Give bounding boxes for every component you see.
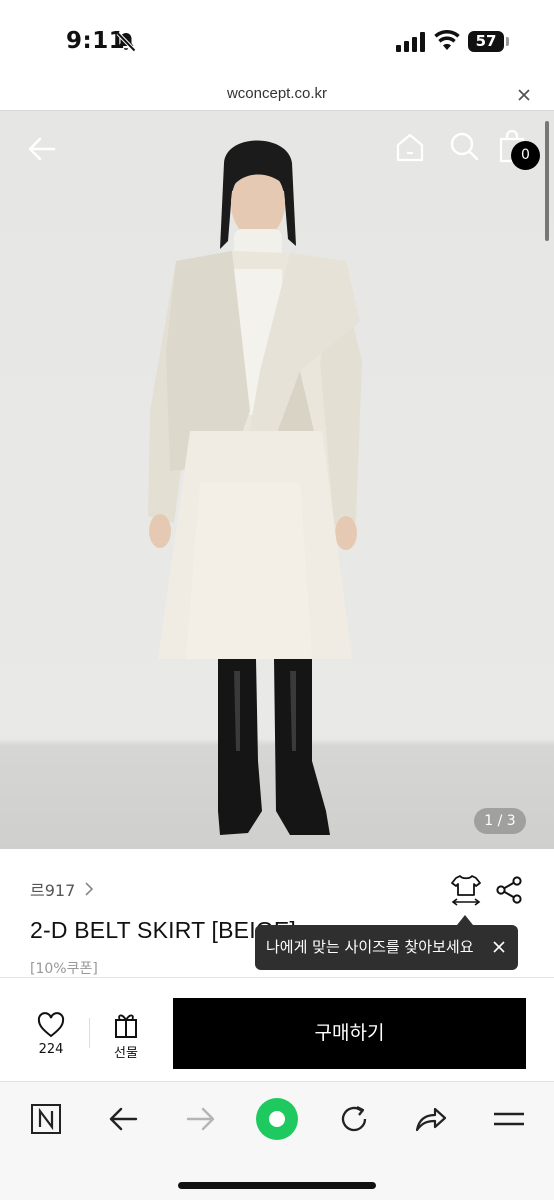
url-text[interactable]: wconcept.co.kr (0, 85, 554, 102)
bell-muted-icon (116, 32, 136, 52)
status-bar: 9:11 57 (0, 0, 554, 80)
wifi-icon (434, 30, 460, 50)
heart-icon (37, 1012, 65, 1038)
naver-n-icon[interactable] (30, 1100, 62, 1138)
product-image-gallery[interactable]: 0 1 / 3 (0, 111, 554, 849)
divider (89, 1018, 90, 1048)
search-icon[interactable] (449, 131, 479, 161)
browser-forward-icon[interactable] (184, 1100, 216, 1138)
cellular-signal-icon (396, 32, 425, 52)
battery-tip (506, 37, 509, 46)
size-tooltip-text: 나에게 맞는 사이즈를 찾아보세요 (266, 938, 474, 956)
share-arrow-icon[interactable] (414, 1100, 448, 1138)
cart-count-badge[interactable]: 0 (511, 141, 540, 170)
gift-button[interactable]: 선물 (106, 1011, 146, 1063)
home-indicator (178, 1182, 376, 1189)
image-pager: 1 / 3 (474, 808, 526, 834)
home-icon[interactable] (394, 131, 426, 163)
green-dot-icon[interactable] (255, 1097, 299, 1141)
like-count: 224 (38, 1042, 64, 1057)
size-guide-icon[interactable] (450, 873, 482, 907)
chevron-right-icon (85, 882, 94, 896)
browser-back-icon[interactable] (108, 1100, 140, 1138)
close-icon[interactable] (515, 86, 533, 104)
battery-indicator: 57 (468, 31, 504, 52)
buy-button[interactable]: 구매하기 (173, 998, 526, 1069)
like-button[interactable]: 224 (30, 1012, 72, 1062)
close-icon[interactable] (492, 940, 506, 954)
browser-toolbar (0, 1081, 554, 1200)
page-scrollbar[interactable] (545, 121, 549, 241)
brand-name[interactable]: 르917 (30, 877, 75, 901)
menu-icon[interactable] (492, 1100, 526, 1138)
size-tooltip: 나에게 맞는 사이즈를 찾아보세요 (255, 925, 518, 970)
coupon-label: [10%쿠폰] (30, 961, 98, 977)
gift-icon (115, 1014, 137, 1038)
tooltip-arrow (457, 915, 473, 925)
share-icon[interactable] (495, 876, 523, 904)
arrow-left-icon[interactable] (26, 133, 58, 165)
url-bar[interactable]: wconcept.co.kr (0, 80, 554, 111)
brand-link[interactable]: 르917 (30, 877, 95, 901)
product-photo (148, 140, 362, 835)
purchase-bar: 224 선물 구매하기 (0, 977, 554, 1081)
gift-label: 선물 (114, 1046, 138, 1061)
refresh-icon[interactable] (338, 1100, 370, 1138)
